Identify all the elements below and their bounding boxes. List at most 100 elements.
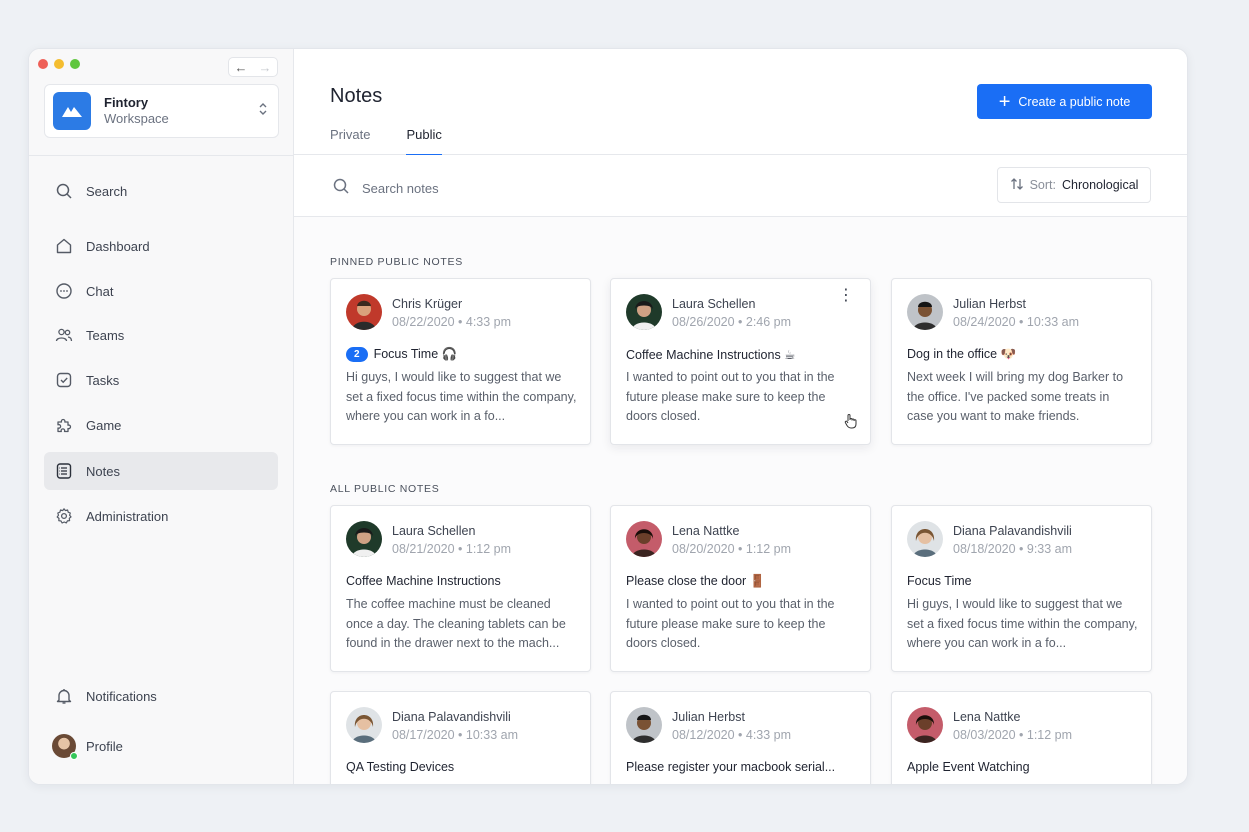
sidebar-item-label: Teams xyxy=(86,327,125,343)
note-date: 08/22/2020 • 4:33 pm xyxy=(392,315,512,329)
note-author: Diana Palavandishvili xyxy=(392,710,511,724)
sidebar-item-label: Administration xyxy=(86,508,169,524)
note-title: Focus Time xyxy=(907,574,972,588)
sidebar-item-search[interactable]: Search xyxy=(44,172,278,210)
note-card[interactable]: Lena Nattke 08/03/2020 • 1:12 pm Apple E… xyxy=(891,691,1152,784)
note-card[interactable]: Laura Schellen 08/26/2020 • 2:46 pm ⋮ Co… xyxy=(610,278,871,445)
maximize-window-button[interactable] xyxy=(70,59,80,69)
note-card[interactable]: Lena Nattke 08/20/2020 • 1:12 pm Please … xyxy=(610,505,871,672)
note-body: The coffee machine must be cleaned once … xyxy=(346,597,566,650)
create-button-label: Create a public note xyxy=(1018,94,1131,109)
gear-icon xyxy=(54,506,74,526)
note-title: Apple Event Watching xyxy=(907,760,1030,774)
avatar xyxy=(346,294,382,330)
forward-arrow-icon[interactable]: → xyxy=(259,60,272,75)
page-header: Notes Private Public + Create a public n… xyxy=(294,49,1187,156)
avatar xyxy=(52,734,78,760)
note-author: Lena Nattke xyxy=(672,524,740,538)
sidebar-item-label: Notifications xyxy=(86,688,157,704)
note-title: Coffee Machine Instructions ☕ xyxy=(626,348,796,362)
search-icon xyxy=(54,181,74,201)
note-date: 08/12/2020 • 4:33 pm xyxy=(672,728,792,742)
sidebar-item-label: Game xyxy=(86,417,122,433)
note-card[interactable]: Chris Krüger 08/22/2020 • 4:33 pm 2 Focu… xyxy=(330,278,591,445)
sidebar-item-chat[interactable]: Chat xyxy=(44,272,278,310)
tab-public[interactable]: Public xyxy=(406,127,442,156)
app-window: ← → Fintory Workspace Search Dashboard C… xyxy=(28,48,1188,785)
sidebar-item-label: Profile xyxy=(86,738,123,754)
note-card[interactable]: Diana Palavandishvili 08/17/2020 • 10:33… xyxy=(330,691,591,784)
chat-icon xyxy=(54,281,74,301)
check-square-icon xyxy=(54,370,74,390)
sidebar-item-label: Search xyxy=(86,183,128,199)
note-date: 08/20/2020 • 1:12 pm xyxy=(672,542,792,556)
sidebar-item-profile[interactable]: Profile xyxy=(44,727,278,765)
note-body: Next week I will bring my dog Barker to … xyxy=(907,370,1124,423)
note-date: 08/18/2020 • 9:33 am xyxy=(953,542,1073,556)
create-public-note-button[interactable]: + Create a public note xyxy=(977,84,1152,119)
sidebar-item-game[interactable]: Game xyxy=(44,406,278,444)
history-nav: ← → xyxy=(228,57,278,77)
users-icon xyxy=(54,325,74,345)
back-arrow-icon[interactable]: ← xyxy=(235,60,248,75)
sidebar-item-label: Tasks xyxy=(86,372,120,388)
search-notes-input[interactable] xyxy=(362,181,582,196)
note-author: Lena Nattke xyxy=(953,710,1021,724)
note-title: Dog in the office 🐶 xyxy=(907,347,1017,361)
note-card[interactable]: Laura Schellen 08/21/2020 • 1:12 pm Coff… xyxy=(330,505,591,672)
sidebar-item-tasks[interactable]: Tasks xyxy=(44,361,278,399)
home-icon xyxy=(54,236,74,256)
note-card[interactable]: Julian Herbst 08/12/2020 • 4:33 pm Pleas… xyxy=(610,691,871,784)
tab-private[interactable]: Private xyxy=(330,127,370,156)
more-options-icon[interactable]: ⋮ xyxy=(838,288,854,304)
sidebar-item-label: Notes xyxy=(86,463,120,479)
workspace-logo-icon xyxy=(53,92,91,130)
note-author: Julian Herbst xyxy=(953,297,1026,311)
note-card[interactable]: Diana Palavandishvili 08/18/2020 • 9:33 … xyxy=(891,505,1152,672)
bell-icon xyxy=(54,686,74,706)
sidebar-item-teams[interactable]: Teams xyxy=(44,316,278,354)
note-date: 08/24/2020 • 10:33 am xyxy=(953,315,1080,329)
sidebar-item-notes[interactable]: Notes xyxy=(44,452,278,490)
sidebar: ← → Fintory Workspace Search Dashboard C… xyxy=(29,49,294,784)
pinned-section-label: PINNED PUBLIC NOTES xyxy=(330,256,463,268)
search-icon xyxy=(332,177,350,200)
notes-content: PINNED PUBLIC NOTES Chris Krüger 08/22/2… xyxy=(294,218,1187,784)
avatar xyxy=(907,294,943,330)
window-controls xyxy=(38,59,80,69)
sidebar-item-notifications[interactable]: Notifications xyxy=(44,677,278,715)
avatar xyxy=(626,707,662,743)
note-title: Please register your macbook serial... xyxy=(626,760,836,774)
avatar xyxy=(346,521,382,557)
note-body: I wanted to point out to you that in the… xyxy=(626,370,835,423)
avatar xyxy=(907,707,943,743)
note-date: 08/21/2020 • 1:12 pm xyxy=(392,542,512,556)
sidebar-item-administration[interactable]: Administration xyxy=(44,497,278,535)
close-window-button[interactable] xyxy=(38,59,48,69)
all-notes-section-label: ALL PUBLIC NOTES xyxy=(330,483,440,495)
workspace-switcher[interactable]: Fintory Workspace xyxy=(44,84,279,138)
note-date: 08/26/2020 • 2:46 pm xyxy=(672,315,792,329)
note-date: 08/17/2020 • 10:33 am xyxy=(392,728,519,742)
sidebar-item-label: Chat xyxy=(86,283,114,299)
sidebar-item-dashboard[interactable]: Dashboard xyxy=(44,227,278,265)
minimize-window-button[interactable] xyxy=(54,59,64,69)
avatar xyxy=(907,521,943,557)
workspace-name: Fintory xyxy=(104,95,149,110)
note-title: Please close the door 🚪 xyxy=(626,574,766,588)
sort-button[interactable]: Sort: Chronological xyxy=(997,167,1151,203)
note-author: Diana Palavandishvili xyxy=(953,524,1072,538)
note-card[interactable]: Julian Herbst 08/24/2020 • 10:33 am Dog … xyxy=(891,278,1152,445)
sidebar-item-label: Dashboard xyxy=(86,238,150,254)
tab-bar: Private Public xyxy=(330,127,442,156)
online-status-indicator xyxy=(70,752,78,760)
note-date: 08/03/2020 • 1:12 pm xyxy=(953,728,1073,742)
sort-value: Chronological xyxy=(1061,178,1139,192)
note-author: Laura Schellen xyxy=(392,524,476,538)
note-badge: 2 xyxy=(346,347,368,362)
note-body: Hi guys, I would like to suggest that we… xyxy=(346,370,577,423)
note-body: Hi guys, I would like to suggest that we… xyxy=(907,597,1138,650)
note-title: Focus Time 🎧 xyxy=(373,347,458,361)
hand-cursor-icon xyxy=(844,413,858,434)
search-bar: Sort: Chronological xyxy=(294,155,1187,217)
